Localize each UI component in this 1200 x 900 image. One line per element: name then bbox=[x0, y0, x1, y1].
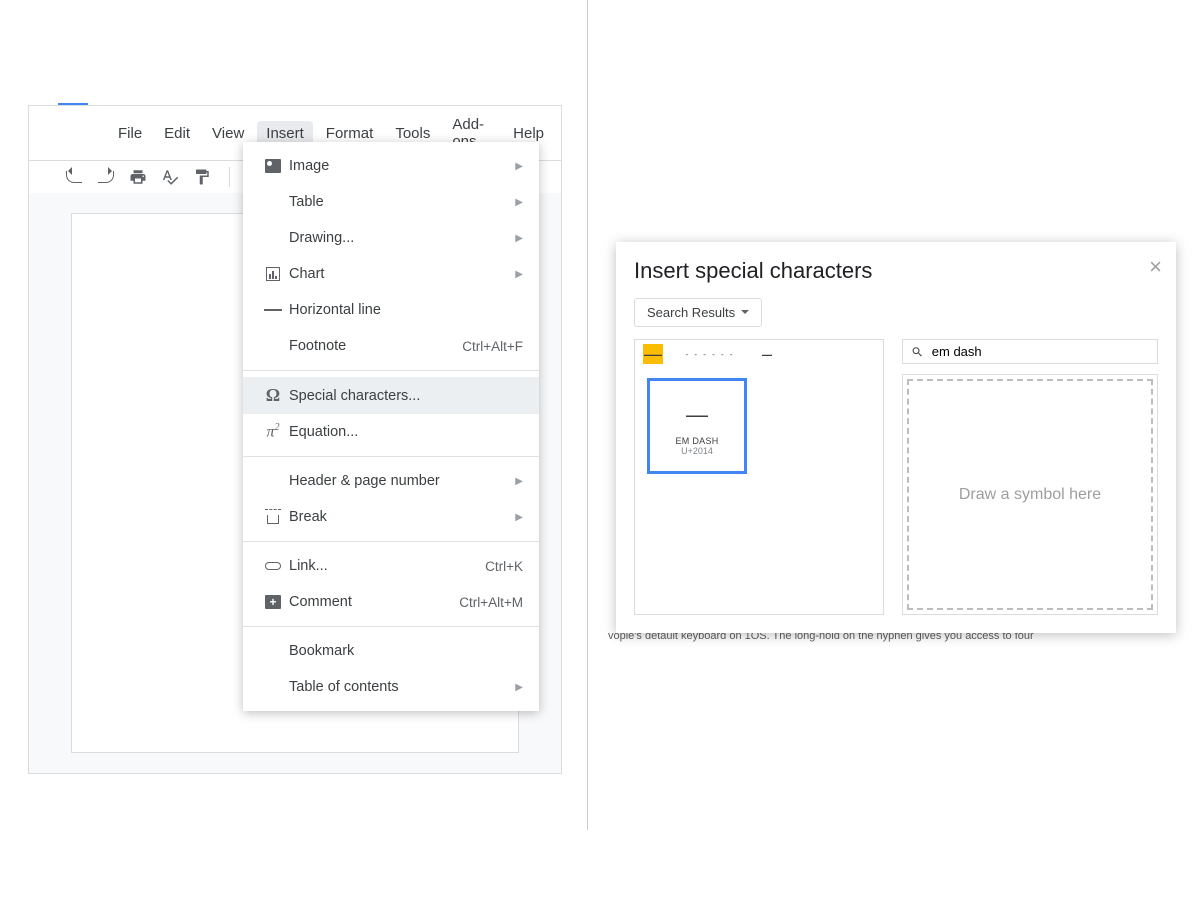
link-icon bbox=[257, 562, 289, 570]
filter-label: Search Results bbox=[647, 305, 735, 320]
filter-row: Search Results bbox=[634, 298, 1158, 327]
menu-item-label: Header & page number bbox=[289, 473, 515, 489]
dialog-body: — - - - - - -– — EM DASH U+2014 Draw a sy… bbox=[634, 339, 1158, 615]
menu-item-drawing[interactable]: Drawing...▶ bbox=[243, 220, 539, 256]
special-characters-dialog: × Insert special characters Search Resul… bbox=[616, 242, 1176, 633]
break-icon bbox=[257, 509, 289, 525]
insert-menu-dropdown: Image▶Table▶Drawing...▶Chart▶Horizontal … bbox=[243, 142, 539, 711]
submenu-arrow-icon: ▶ bbox=[515, 161, 523, 172]
menu-item-label: Footnote bbox=[289, 338, 462, 354]
submenu-arrow-icon: ▶ bbox=[515, 476, 523, 487]
panel-divider bbox=[587, 0, 588, 830]
character-code: U+2014 bbox=[681, 446, 713, 456]
character-card[interactable]: — EM DASH U+2014 bbox=[647, 378, 747, 474]
paint-format-icon[interactable] bbox=[193, 168, 211, 186]
draw-placeholder: Draw a symbol here bbox=[959, 486, 1101, 504]
menu-item-link[interactable]: Link...Ctrl+K bbox=[243, 548, 539, 584]
mini-char-0[interactable]: — bbox=[643, 344, 663, 364]
submenu-arrow-icon: ▶ bbox=[515, 512, 523, 523]
menu-item-label: Bookmark bbox=[289, 643, 523, 659]
search-box[interactable] bbox=[902, 339, 1158, 364]
menu-item-bookmark[interactable]: Bookmark bbox=[243, 633, 539, 669]
menu-separator bbox=[243, 370, 539, 371]
comment-icon bbox=[257, 595, 289, 609]
menu-item-comment[interactable]: CommentCtrl+Alt+M bbox=[243, 584, 539, 620]
menu-edit[interactable]: Edit bbox=[155, 121, 199, 146]
search-pane: Draw a symbol here bbox=[902, 339, 1158, 615]
menu-item-break[interactable]: Break▶ bbox=[243, 499, 539, 535]
character-glyph: — bbox=[686, 402, 708, 428]
submenu-arrow-icon: ▶ bbox=[515, 269, 523, 280]
dialog-title: Insert special characters bbox=[634, 258, 1158, 284]
menu-item-label: Table bbox=[289, 194, 515, 210]
menu-item-table-of-contents[interactable]: Table of contents▶ bbox=[243, 669, 539, 705]
undo-icon[interactable] bbox=[65, 168, 83, 186]
menu-item-label: Break bbox=[289, 509, 515, 525]
results-pane: — - - - - - -– — EM DASH U+2014 bbox=[634, 339, 884, 615]
pi-icon: π2 bbox=[257, 422, 289, 441]
menu-item-special-characters[interactable]: ΩSpecial characters... bbox=[243, 377, 539, 414]
search-input[interactable] bbox=[932, 344, 1149, 359]
hline-icon bbox=[257, 309, 289, 311]
menu-separator bbox=[243, 626, 539, 627]
print-icon[interactable] bbox=[129, 168, 147, 186]
menu-item-label: Horizontal line bbox=[289, 302, 523, 318]
menu-item-label: Comment bbox=[289, 594, 459, 610]
menu-item-label: Drawing... bbox=[289, 230, 515, 246]
menu-item-shortcut: Ctrl+K bbox=[485, 559, 523, 574]
menu-item-header-page-number[interactable]: Header & page number▶ bbox=[243, 463, 539, 499]
menu-item-label: Special characters... bbox=[289, 388, 523, 404]
omega-icon: Ω bbox=[257, 385, 289, 406]
submenu-arrow-icon: ▶ bbox=[515, 233, 523, 244]
draw-area[interactable]: Draw a symbol here bbox=[907, 379, 1153, 610]
menu-item-label: Chart bbox=[289, 266, 515, 282]
menu-item-label: Table of contents bbox=[289, 679, 515, 695]
menu-item-shortcut: Ctrl+Alt+F bbox=[462, 339, 523, 354]
filter-dropdown[interactable]: Search Results bbox=[634, 298, 762, 327]
menu-item-chart[interactable]: Chart▶ bbox=[243, 256, 539, 292]
close-icon[interactable]: × bbox=[1149, 254, 1162, 280]
menu-item-label: Image bbox=[289, 158, 515, 174]
toolbar-separator bbox=[229, 167, 230, 187]
redo-icon[interactable] bbox=[97, 168, 115, 186]
menu-item-equation[interactable]: π2Equation... bbox=[243, 414, 539, 450]
menu-separator bbox=[243, 456, 539, 457]
menu-separator bbox=[243, 541, 539, 542]
menu-item-image[interactable]: Image▶ bbox=[243, 148, 539, 184]
menu-file[interactable]: File bbox=[109, 121, 151, 146]
draw-box-container: Draw a symbol here bbox=[902, 374, 1158, 615]
menu-item-horizontal-line[interactable]: Horizontal line bbox=[243, 292, 539, 328]
caret-down-icon bbox=[741, 310, 749, 318]
menu-item-label: Link... bbox=[289, 558, 485, 574]
results-mini-row: — - - - - - -– bbox=[635, 340, 883, 368]
menu-item-label: Equation... bbox=[289, 424, 523, 440]
submenu-arrow-icon: ▶ bbox=[515, 682, 523, 693]
submenu-arrow-icon: ▶ bbox=[515, 197, 523, 208]
menu-item-table[interactable]: Table▶ bbox=[243, 184, 539, 220]
mini-char-1[interactable]: - - - - - - bbox=[675, 344, 745, 364]
menu-item-shortcut: Ctrl+Alt+M bbox=[459, 595, 523, 610]
search-icon bbox=[911, 345, 924, 359]
image-icon bbox=[257, 159, 289, 173]
spellcheck-icon[interactable] bbox=[161, 168, 179, 186]
chart-icon bbox=[257, 267, 289, 281]
menu-item-footnote[interactable]: FootnoteCtrl+Alt+F bbox=[243, 328, 539, 364]
mini-char-2[interactable]: – bbox=[757, 344, 777, 364]
character-name: EM DASH bbox=[675, 436, 718, 446]
